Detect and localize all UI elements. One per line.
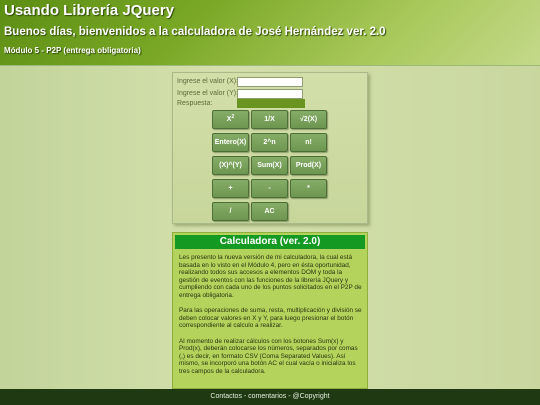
field-row-x: Ingrese el valor (X): (177, 77, 367, 87)
page-footer[interactable]: Contactos - comentarios - @Copyright (0, 389, 540, 405)
square-button[interactable]: X2 (212, 110, 249, 129)
page-header: Usando Librería JQuery Buenos días, bien… (0, 0, 540, 66)
divide-button[interactable]: / (212, 202, 249, 221)
sqrt-button[interactable]: √2(X) (290, 110, 327, 129)
square-exp-label: 2 (231, 113, 235, 120)
integer-button[interactable]: Entero(X) (212, 133, 249, 152)
pow2-button[interactable]: 2^n (251, 133, 288, 152)
add-button[interactable]: + (212, 179, 249, 198)
prod-button[interactable]: Prod(X) (290, 156, 327, 175)
input-y[interactable] (237, 89, 303, 99)
pow-xy-button[interactable]: (X)^(Y) (212, 156, 249, 175)
subtract-button[interactable]: - (251, 179, 288, 198)
info-panel: Calculadora (ver. 2.0) Les presento la n… (172, 232, 368, 389)
clear-button[interactable]: AC (251, 202, 288, 221)
greeting-heading: Buenos días, bienvenidos a la calculador… (4, 26, 386, 38)
label-y: Ingrese el valor (Y): (177, 90, 239, 97)
site-title: Usando Librería JQuery (4, 2, 175, 19)
info-body: Les presento la nueva versión de mi calc… (179, 254, 363, 383)
multiply-button[interactable]: * (290, 179, 327, 198)
field-row-answer: Respuesta: (177, 99, 367, 109)
sum-button[interactable]: Sum(X) (251, 156, 288, 175)
factorial-button[interactable]: n! (290, 133, 327, 152)
answer-output (237, 99, 305, 108)
label-answer: Respuesta: (177, 100, 213, 107)
info-paragraph-2: Para las operaciones de suma, resta, mul… (179, 307, 362, 330)
input-x[interactable] (237, 77, 303, 87)
info-paragraph-3: Al momento de realizar cálculos con los … (179, 337, 358, 375)
reciprocal-button[interactable]: 1/X (251, 110, 288, 129)
info-title: Calculadora (ver. 2.0) (175, 235, 365, 249)
field-row-y: Ingrese el valor (Y): (177, 89, 367, 99)
module-subtitle: Módulo 5 - P2P (entrega obligatoria) (4, 46, 141, 55)
calculator-panel: Ingrese el valor (X): Ingrese el valor (… (172, 72, 368, 224)
label-x: Ingrese el valor (X): (177, 78, 239, 85)
info-paragraph-1: Les presento la nueva versión de mi calc… (179, 254, 362, 299)
